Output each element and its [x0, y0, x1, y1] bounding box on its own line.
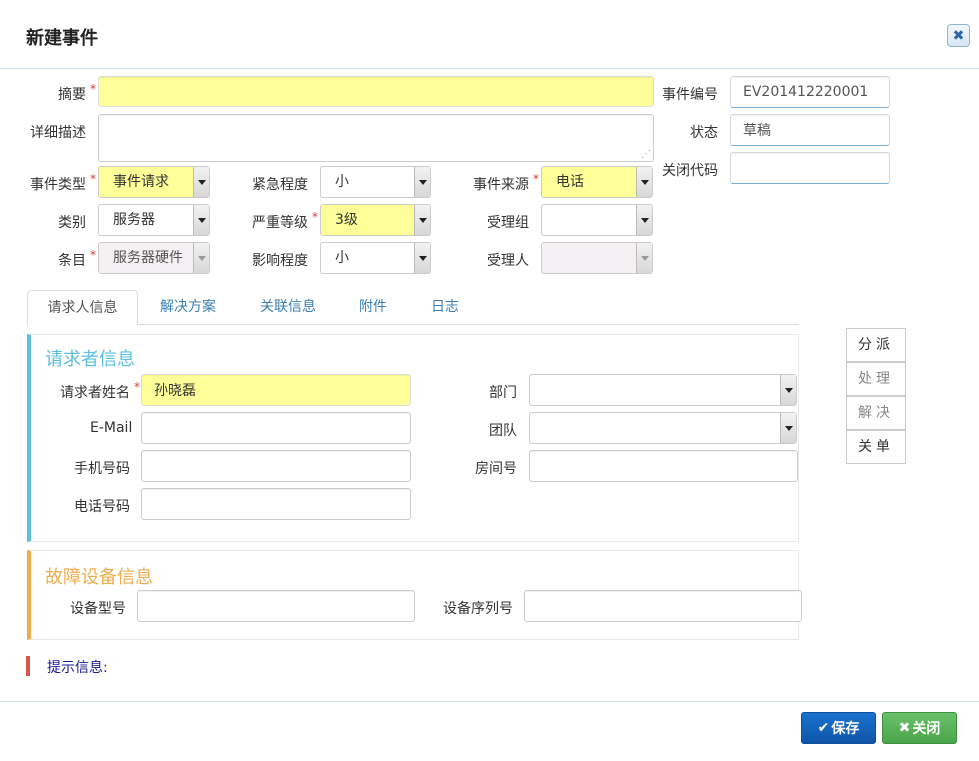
requester-panel-title: 请求者信息 [45, 349, 135, 370]
chevron-down-icon [414, 167, 430, 197]
source-value: 电话 [556, 174, 584, 190]
chevron-down-icon [636, 167, 652, 197]
status-field: 草稿 [730, 114, 890, 146]
resolve-button[interactable]: 解决 [846, 396, 906, 430]
urgency-value: 小 [335, 174, 349, 190]
summary-label: 摘要 [58, 82, 96, 104]
dept-select[interactable] [529, 374, 797, 406]
item-value: 服务器硬件 [113, 250, 183, 266]
close-ticket-button[interactable]: 关单 [846, 430, 906, 464]
assignee-select[interactable] [541, 242, 653, 274]
hint-marker [26, 656, 30, 676]
device-model-label: 设备型号 [70, 601, 126, 617]
close-code-field[interactable] [730, 152, 890, 184]
team-label: 团队 [489, 423, 517, 439]
tab-attachments[interactable]: 附件 [347, 290, 399, 325]
severity-label: 严重等级 [252, 210, 318, 232]
summary-input[interactable] [98, 76, 654, 107]
save-button-label: 保存 [831, 721, 860, 737]
close-button-label: 关闭 [912, 721, 941, 737]
urgency-select[interactable]: 小 [320, 166, 431, 198]
chevron-down-icon [193, 205, 209, 235]
impact-value: 小 [335, 250, 349, 266]
source-select[interactable]: 电话 [541, 166, 653, 198]
chevron-down-icon [780, 375, 796, 405]
urgency-label: 紧急程度 [252, 177, 308, 193]
chevron-down-icon [636, 243, 652, 273]
close-button[interactable]: ✖ 关闭 [882, 712, 957, 744]
check-icon: ✔ [817, 720, 830, 736]
close-icon: ✖ [898, 720, 911, 736]
chevron-down-icon [414, 243, 430, 273]
process-button[interactable]: 处理 [846, 362, 906, 396]
event-type-label: 事件类型 [30, 172, 96, 194]
severity-select[interactable]: 3级 [320, 204, 431, 236]
room-label: 房间号 [475, 461, 517, 477]
description-textarea[interactable] [98, 114, 654, 162]
resize-grip-icon[interactable]: ⋰ [641, 150, 653, 162]
device-serial-label: 设备序列号 [443, 601, 513, 617]
dialog-header: 新建事件 ✖ [0, 0, 979, 69]
event-type-value: 事件请求 [113, 174, 169, 190]
impact-select[interactable]: 小 [320, 242, 431, 274]
save-button[interactable]: ✔ 保存 [801, 712, 876, 744]
device-serial-input[interactable] [524, 590, 802, 622]
chevron-down-icon [414, 205, 430, 235]
new-event-dialog: 新建事件 ✖ 摘要 事件编号 EV201412220001 详细描述 ⋰ 状态 … [0, 0, 979, 761]
device-panel-title: 故障设备信息 [45, 567, 153, 588]
item-select[interactable]: 服务器硬件 [98, 242, 210, 274]
dept-label: 部门 [489, 385, 517, 401]
event-no-field: EV201412220001 [730, 76, 890, 108]
chevron-down-icon [193, 167, 209, 197]
room-input[interactable] [529, 450, 798, 482]
event-no-label: 事件编号 [662, 87, 718, 103]
assignee-label: 受理人 [487, 253, 529, 269]
chevron-down-icon [636, 205, 652, 235]
assign-button[interactable]: 分派 [846, 328, 906, 362]
dialog-title: 新建事件 [26, 28, 98, 49]
source-label: 事件来源 [473, 172, 539, 194]
close-dialog-button[interactable]: ✖ [947, 24, 970, 47]
requester-name-input[interactable]: 孙晓磊 [141, 374, 411, 406]
status-label: 状态 [690, 125, 718, 141]
mobile-label: 手机号码 [74, 461, 130, 477]
email-input[interactable] [141, 412, 411, 444]
group-select[interactable] [541, 204, 653, 236]
tab-requester[interactable]: 请求人信息 [27, 290, 138, 326]
category-value: 服务器 [113, 212, 155, 228]
team-select[interactable] [529, 412, 797, 444]
mobile-input[interactable] [141, 450, 411, 482]
close-icon: ✖ [952, 27, 965, 44]
device-model-input[interactable] [137, 590, 415, 622]
severity-value: 3级 [335, 212, 358, 228]
category-label: 类别 [58, 215, 86, 231]
phone-label: 电话号码 [74, 499, 130, 515]
requester-name-label: 请求者姓名 [60, 380, 140, 402]
close-code-label: 关闭代码 [662, 163, 718, 179]
phone-input[interactable] [141, 488, 411, 520]
chevron-down-icon [780, 413, 796, 443]
item-label: 条目 [58, 248, 96, 270]
chevron-down-icon [193, 243, 209, 273]
tab-solution[interactable]: 解决方案 [147, 290, 229, 325]
group-label: 受理组 [487, 215, 529, 231]
category-select[interactable]: 服务器 [98, 204, 210, 236]
tab-related[interactable]: 关联信息 [247, 290, 329, 325]
impact-label: 影响程度 [252, 253, 308, 269]
hint-text: 提示信息: [47, 660, 108, 676]
email-label: E-Mail [90, 420, 133, 436]
detail-tabs: 请求人信息 解决方案 关联信息 附件 日志 [27, 290, 799, 326]
description-label: 详细描述 [30, 125, 86, 141]
tab-log[interactable]: 日志 [419, 290, 471, 325]
event-type-select[interactable]: 事件请求 [98, 166, 210, 198]
